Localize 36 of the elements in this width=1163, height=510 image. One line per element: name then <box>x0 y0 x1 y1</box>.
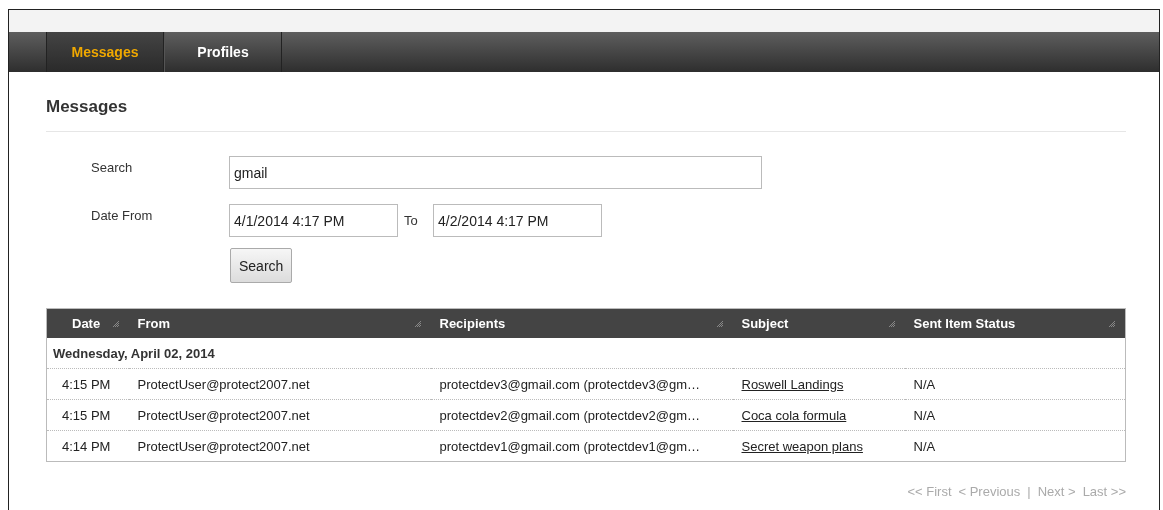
resize-grip-icon[interactable] <box>111 319 120 328</box>
resize-grip-icon[interactable] <box>1108 319 1116 328</box>
subject-link[interactable]: Coca cola formula <box>741 407 847 423</box>
column-header[interactable]: Recipients <box>439 316 506 331</box>
table-cell: N/A <box>913 407 936 423</box>
to-label: To <box>403 213 419 228</box>
column-header[interactable]: Date <box>72 316 101 331</box>
table-cell: 4:15 PM <box>62 376 111 392</box>
table-cell: ProtectUser@protect2007.net <box>137 438 310 454</box>
group-date-label: Wednesday, April 02, 2014 <box>53 345 215 361</box>
table-cell: N/A <box>913 376 936 392</box>
table-cell: protectdev3@gmail.com (protectdev3@gm… <box>439 376 700 392</box>
resize-grip-icon[interactable] <box>715 319 724 328</box>
date-to-field[interactable]: 4/2/2014 4:17 PM <box>433 204 602 237</box>
table-cell: ProtectUser@protect2007.net <box>137 376 310 392</box>
column-header[interactable]: From <box>137 316 170 331</box>
table-cell: ProtectUser@protect2007.net <box>137 407 310 423</box>
table-cell: protectdev2@gmail.com (protectdev2@gm… <box>439 407 700 423</box>
nav-tab[interactable]: Messages <box>46 32 164 72</box>
search-label: Search <box>90 160 134 175</box>
table-cell: 4:15 PM <box>62 407 111 423</box>
date-from-field[interactable]: 4/1/2014 4:17 PM <box>229 204 398 237</box>
table-cell: 4:14 PM <box>62 438 111 454</box>
date-from-label: Date From <box>90 208 154 223</box>
subject-link[interactable]: Secret weapon plans <box>741 438 863 454</box>
resize-grip-icon[interactable] <box>887 319 896 328</box>
search-button[interactable]: Search <box>230 248 293 283</box>
resize-grip-icon[interactable] <box>413 319 422 328</box>
table-cell: N/A <box>913 438 936 454</box>
subject-link[interactable]: Roswell Landings <box>741 376 844 392</box>
table-cell: protectdev1@gmail.com (protectdev1@gm… <box>439 438 700 454</box>
nav-tab[interactable]: Profiles <box>164 32 282 72</box>
search-field[interactable]: gmail <box>229 156 762 189</box>
column-header[interactable]: Subject <box>741 316 789 331</box>
page-heading: Messages <box>46 72 1126 132</box>
pagination-separator: | <box>1027 484 1031 499</box>
